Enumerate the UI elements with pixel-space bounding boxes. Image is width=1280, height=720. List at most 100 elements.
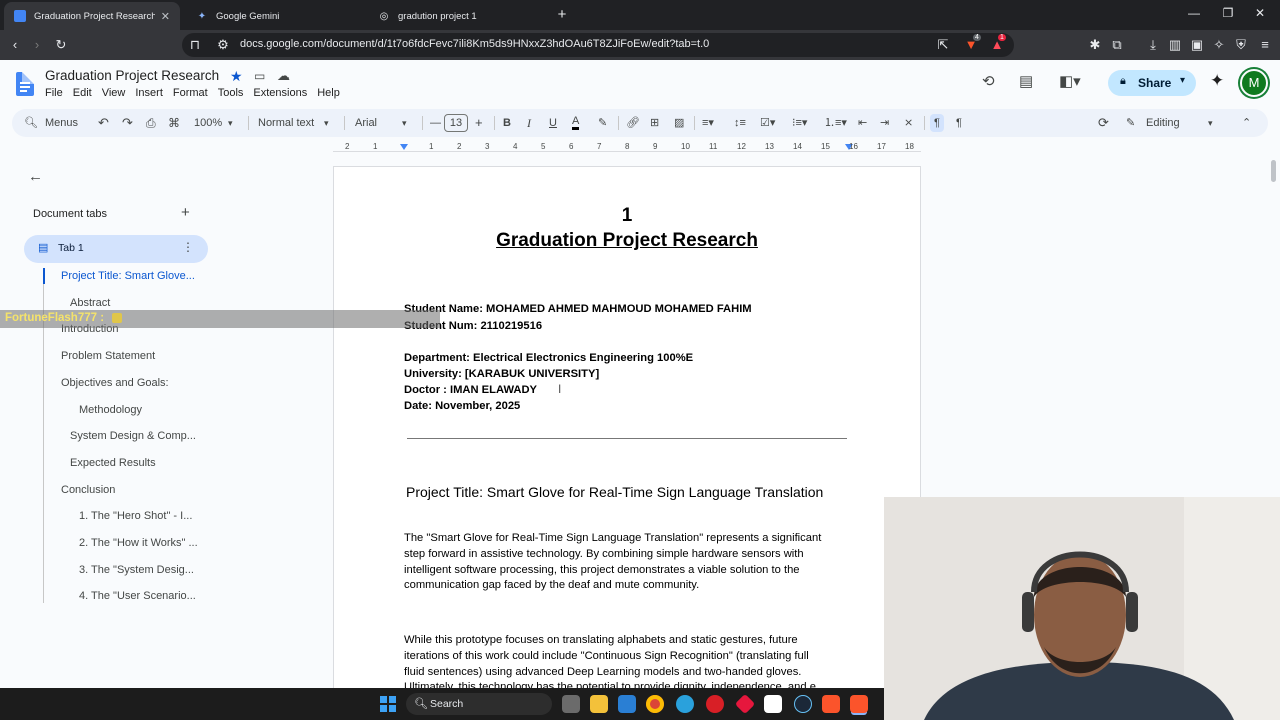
add-comment-icon[interactable]: ⊞ [650, 114, 659, 132]
paragraph-style-select[interactable]: Normal text [258, 114, 314, 132]
outline-item[interactable]: 2. The "How it Works" ... [79, 537, 198, 549]
brave-active-icon[interactable] [850, 695, 868, 713]
outline-item[interactable]: 4. The "User Scenario... [79, 590, 196, 602]
site-info-icon[interactable]: ⚙ [214, 36, 232, 54]
minimize-icon[interactable]: — [1184, 6, 1204, 24]
document-page[interactable]: 1 Graduation Project Research Student Na… [333, 166, 921, 720]
cloud-status-icon[interactable]: ☁ [277, 68, 290, 84]
docs-logo-icon[interactable] [16, 72, 34, 96]
text-color-icon[interactable]: A [572, 114, 580, 130]
numbered-list-icon[interactable]: ⒈≡▾ [824, 114, 847, 132]
notion-icon[interactable] [764, 695, 782, 713]
browser-tab-project[interactable]: ◎ gradution project 1 [368, 2, 544, 30]
tab-1[interactable]: ▤ Tab 1 ⋮ [24, 235, 208, 263]
style-dropdown-icon[interactable]: ▾ [324, 114, 329, 132]
menu-insert[interactable]: Insert [135, 87, 163, 99]
extensions-icon[interactable]: ✱ [1086, 36, 1104, 54]
menu-view[interactable]: View [102, 87, 126, 99]
move-folder-icon[interactable]: ▭ [254, 69, 265, 83]
mode-dropdown-icon[interactable]: ▾ [1208, 114, 1213, 132]
windows-start-icon[interactable] [380, 696, 396, 712]
add-tab-icon[interactable]: + [181, 204, 190, 221]
comments-icon[interactable]: ▤ [1019, 72, 1033, 90]
align-icon[interactable]: ≡▾ [702, 114, 714, 132]
menu-help[interactable]: Help [317, 87, 340, 99]
menu-tools[interactable]: Tools [218, 87, 244, 99]
zoom-select[interactable]: 100% [194, 114, 222, 132]
menu-file[interactable]: File [45, 87, 63, 99]
outline-item[interactable]: Abstract [70, 297, 110, 309]
undo-icon[interactable]: ↶ [98, 114, 109, 132]
download-icon[interactable]: ⤓ [1144, 36, 1162, 54]
close-window-icon[interactable]: ✕ [1250, 6, 1270, 24]
bookmark-icon[interactable]: ⊓ [186, 36, 204, 54]
menu-edit[interactable]: Edit [73, 87, 92, 99]
leo-ai-icon[interactable]: ✧ [1210, 36, 1228, 54]
meet-icon[interactable]: ◧▾ [1059, 72, 1081, 90]
checklist-icon[interactable]: ☑▾ [760, 114, 775, 132]
share-page-icon[interactable]: ⇱ [934, 36, 952, 54]
print-icon[interactable]: ⎙ [146, 114, 156, 132]
insert-link-icon[interactable]: 🔗︎ [626, 114, 640, 132]
browser-menu-icon[interactable]: ≡ [1256, 36, 1274, 54]
maximize-icon[interactable]: ❐ [1218, 6, 1238, 24]
back-arrow-icon[interactable]: ← [28, 168, 43, 185]
file-explorer-icon[interactable] [590, 695, 608, 713]
line-spacing-icon[interactable]: ↕≡ [734, 114, 746, 132]
vpn-icon[interactable]: ⛨ [1232, 36, 1250, 54]
outline-item[interactable]: Objectives and Goals: [61, 377, 169, 389]
browser-tab-gemini[interactable]: ✦ Google Gemini [186, 2, 362, 30]
task-view-icon[interactable] [562, 695, 580, 713]
app-icon[interactable] [734, 693, 756, 715]
clear-formatting-icon[interactable]: ⨯ [904, 114, 913, 132]
ltr-icon[interactable]: ¶ [930, 114, 944, 132]
increase-font-icon[interactable]: + [475, 114, 483, 132]
outline-item[interactable]: 1. The "Hero Shot" - I... [79, 510, 192, 522]
share-dropdown-icon[interactable]: ▾ [1180, 75, 1185, 86]
menu-extensions[interactable]: Extensions [253, 87, 307, 99]
bulleted-list-icon[interactable]: ⁝≡▾ [792, 114, 807, 132]
editing-mode-select[interactable]: Editing [1146, 114, 1180, 132]
menu-format[interactable]: Format [173, 87, 208, 99]
browser-tab-docs[interactable]: Graduation Project Research - Goog ✕ [4, 2, 180, 30]
wallet-icon[interactable]: ▣ [1188, 36, 1206, 54]
editing-pencil-icon[interactable]: ✎ [1126, 114, 1135, 132]
bold-icon[interactable]: B [503, 114, 511, 132]
star-icon[interactable]: ★ [230, 68, 243, 85]
screenshot-icon[interactable]: ⧉ [1108, 36, 1126, 54]
chrome-icon[interactable] [646, 695, 664, 713]
increase-indent-icon[interactable]: ⇥ [880, 114, 889, 132]
document-title[interactable]: Graduation Project Research [45, 68, 219, 83]
opera-icon[interactable] [706, 695, 724, 713]
gemini-icon[interactable]: ✦ [1210, 71, 1224, 91]
outlook-icon[interactable] [618, 695, 636, 713]
outline-item[interactable]: Expected Results [70, 457, 156, 469]
outline-item[interactable]: Problem Statement [61, 350, 155, 362]
search-icon[interactable]: 🔍︎ [24, 114, 38, 132]
search-menus-input[interactable]: Menus [45, 114, 78, 132]
sidebar-toggle-icon[interactable]: ▥ [1166, 36, 1184, 54]
close-tab-icon[interactable]: ✕ [161, 10, 170, 23]
insert-image-icon[interactable]: ▨ [674, 114, 684, 132]
version-history-icon[interactable]: ⟲ [982, 72, 995, 90]
address-bar[interactable]: ⊓ ⚙ docs.google.com/document/d/1t7o6fdcF… [182, 33, 1014, 57]
back-icon[interactable]: ‹ [6, 36, 24, 54]
zoom-dropdown-icon[interactable]: ▾ [228, 114, 233, 132]
forward-icon[interactable]: › [28, 36, 46, 54]
outline-item[interactable]: Conclusion [61, 484, 115, 496]
collapse-toolbar-icon[interactable]: ⌃ [1242, 114, 1251, 132]
decrease-font-icon[interactable]: — [430, 114, 441, 132]
left-indent-marker-icon[interactable] [400, 144, 408, 150]
paint-format-icon[interactable]: ⌘ [168, 114, 180, 132]
taskbar-search[interactable]: 🔍︎ Search [406, 693, 552, 715]
highlight-icon[interactable]: ✎ [598, 114, 607, 132]
ruler[interactable]: 2 1 1 2 3 4 5 6 7 8 9 10 11 12 13 14 15 16 17 18 [333, 142, 921, 154]
decrease-indent-icon[interactable]: ⇤ [858, 114, 867, 132]
outline-item[interactable]: System Design & Comp... [70, 430, 196, 442]
underline-icon[interactable]: U [549, 114, 557, 132]
outline-item[interactable]: Project Title: Smart Glove... [61, 270, 195, 282]
font-size-input[interactable]: 13 [444, 114, 468, 132]
font-select[interactable]: Arial [355, 114, 377, 132]
gemini-refine-icon[interactable]: ⟳ [1098, 114, 1109, 132]
brave-icon[interactable] [822, 695, 840, 713]
